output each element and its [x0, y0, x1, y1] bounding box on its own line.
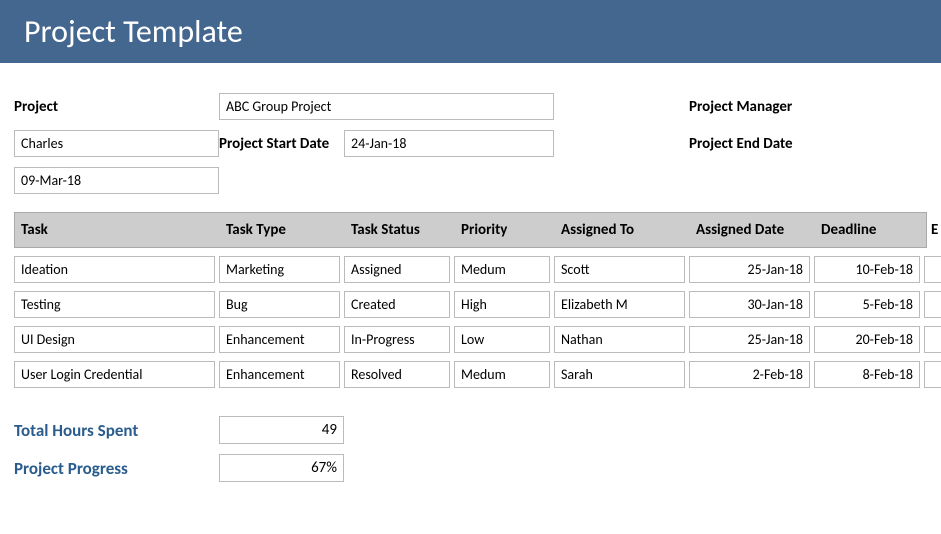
cell-assigned-to[interactable]: Nathan: [554, 326, 685, 353]
col-extra: E: [925, 213, 941, 247]
cell-assigned-date[interactable]: 2-Feb-18: [689, 361, 810, 388]
total-hours-label: Total Hours Spent: [14, 420, 219, 441]
cell-deadline[interactable]: 10-Feb-18: [814, 256, 920, 283]
cell-extra[interactable]: [924, 256, 941, 283]
table-header-row: Task Task Type Task Status Priority Assi…: [14, 212, 927, 248]
cell-task[interactable]: Ideation: [14, 256, 215, 283]
col-status: Task Status: [345, 213, 455, 247]
cell-priority[interactable]: Low: [454, 326, 550, 353]
table-row: Ideation Marketing Assigned Medum Scott …: [14, 256, 927, 283]
end-date-label: Project End Date: [689, 135, 934, 153]
cell-type[interactable]: Enhancement: [219, 326, 340, 353]
start-date-label: Project Start Date: [219, 135, 344, 153]
cell-priority[interactable]: Medum: [454, 256, 550, 283]
cell-status[interactable]: Resolved: [344, 361, 450, 388]
table-row: Testing Bug Created High Elizabeth M 30-…: [14, 291, 927, 318]
summary-row: Project Progress 67%: [14, 454, 927, 482]
cell-priority[interactable]: Medum: [454, 361, 550, 388]
cell-assigned-date[interactable]: 30-Jan-18: [689, 291, 810, 318]
project-meta: Project ABC Group Project Project Manage…: [14, 93, 927, 194]
cell-status[interactable]: In-Progress: [344, 326, 450, 353]
col-priority: Priority: [455, 213, 555, 247]
cell-deadline[interactable]: 5-Feb-18: [814, 291, 920, 318]
col-type: Task Type: [220, 213, 345, 247]
cell-assigned-to[interactable]: Sarah: [554, 361, 685, 388]
cell-priority[interactable]: High: [454, 291, 550, 318]
start-date-field[interactable]: 24-Jan-18: [344, 130, 554, 157]
cell-status[interactable]: Assigned: [344, 256, 450, 283]
cell-type[interactable]: Bug: [219, 291, 340, 318]
total-hours-field[interactable]: 49: [219, 416, 344, 444]
manager-label: Project Manager: [689, 98, 934, 116]
cell-status[interactable]: Created: [344, 291, 450, 318]
summary-block: Total Hours Spent 49 Project Progress 67…: [14, 416, 927, 482]
banner-title: Project Template: [24, 12, 243, 51]
cell-extra[interactable]: [924, 361, 941, 388]
col-task: Task: [15, 213, 220, 247]
content-area: Project ABC Group Project Project Manage…: [0, 93, 941, 482]
table-row: UI Design Enhancement In-Progress Low Na…: [14, 326, 927, 353]
cell-deadline[interactable]: 20-Feb-18: [814, 326, 920, 353]
cell-assigned-to[interactable]: Elizabeth M: [554, 291, 685, 318]
col-deadline: Deadline: [815, 213, 925, 247]
progress-label: Project Progress: [14, 458, 219, 479]
project-label: Project: [14, 98, 219, 116]
cell-extra[interactable]: [924, 291, 941, 318]
table-row: User Login Credential Enhancement Resolv…: [14, 361, 927, 388]
cell-assigned-to[interactable]: Scott: [554, 256, 685, 283]
project-field[interactable]: ABC Group Project: [219, 93, 554, 120]
manager-field[interactable]: Charles: [14, 130, 219, 157]
progress-field[interactable]: 67%: [219, 454, 344, 482]
col-assigned-to: Assigned To: [555, 213, 690, 247]
cell-deadline[interactable]: 8-Feb-18: [814, 361, 920, 388]
cell-assigned-date[interactable]: 25-Jan-18: [689, 326, 810, 353]
cell-extra[interactable]: [924, 326, 941, 353]
task-table: Task Task Type Task Status Priority Assi…: [14, 212, 927, 388]
cell-type[interactable]: Marketing: [219, 256, 340, 283]
cell-assigned-date[interactable]: 25-Jan-18: [689, 256, 810, 283]
cell-task[interactable]: User Login Credential: [14, 361, 215, 388]
end-date-field[interactable]: 09-Mar-18: [14, 167, 219, 194]
cell-type[interactable]: Enhancement: [219, 361, 340, 388]
cell-task[interactable]: Testing: [14, 291, 215, 318]
summary-row: Total Hours Spent 49: [14, 416, 927, 444]
page-banner: Project Template: [0, 0, 941, 63]
cell-task[interactable]: UI Design: [14, 326, 215, 353]
col-assigned-date: Assigned Date: [690, 213, 815, 247]
